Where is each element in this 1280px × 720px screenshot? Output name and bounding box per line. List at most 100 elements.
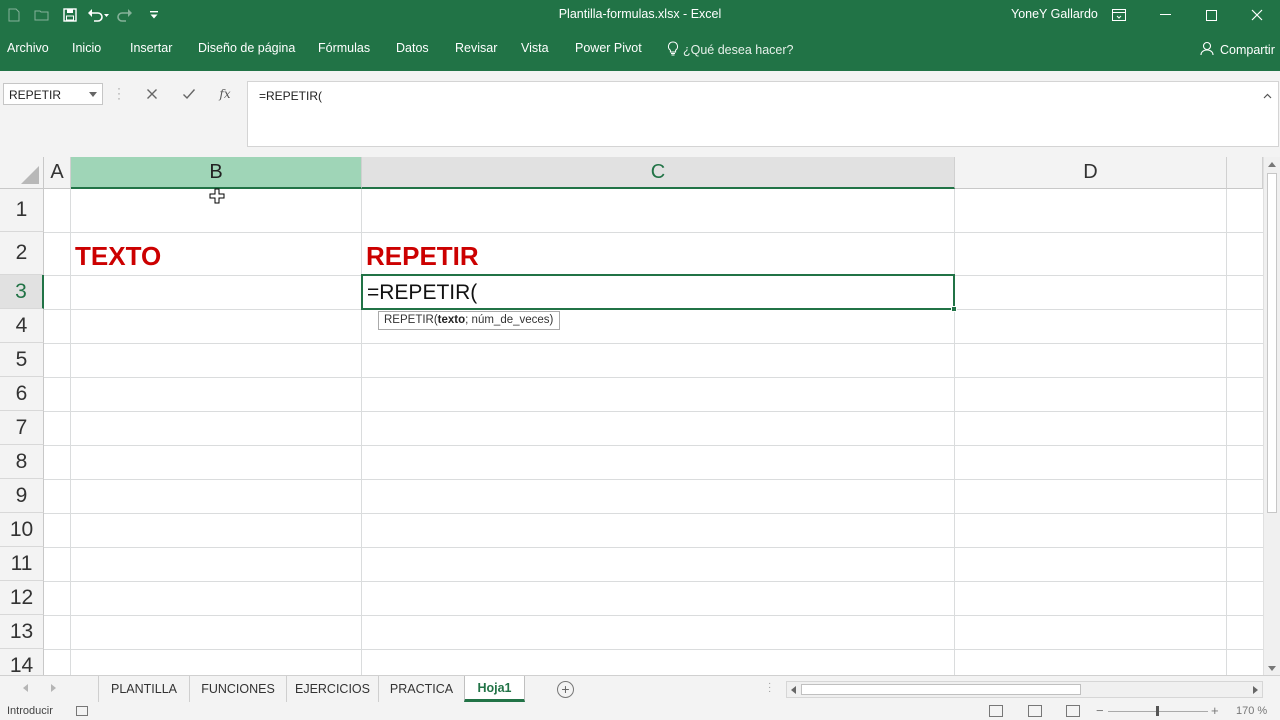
quick-access-toolbar [0, 0, 168, 30]
page-break-view-icon[interactable] [1066, 705, 1080, 717]
new-file-icon[interactable] [0, 0, 28, 30]
scroll-up-icon[interactable] [1268, 162, 1276, 167]
gridline [44, 649, 1263, 650]
name-box[interactable]: REPETIR [3, 83, 103, 105]
row-header-8[interactable]: 8 [0, 445, 44, 479]
row-header-10[interactable]: 10 [0, 513, 44, 547]
gridline [44, 513, 1263, 514]
row-header-3[interactable]: 3 [0, 275, 44, 309]
row-header-5[interactable]: 5 [0, 343, 44, 377]
row-header-9[interactable]: 9 [0, 479, 44, 513]
normal-view-icon[interactable] [989, 705, 1003, 717]
customize-qat-icon[interactable] [140, 0, 168, 30]
next-sheet-icon[interactable] [51, 684, 56, 692]
zoom-level[interactable]: 170 % [1236, 705, 1267, 717]
tab-split-handle-icon[interactable]: · · · [768, 679, 771, 697]
column-header-a[interactable]: A [44, 157, 71, 189]
zoom-out-icon[interactable]: − [1096, 703, 1104, 718]
horizontal-scroll-thumb[interactable] [801, 684, 1081, 695]
zoom-in-icon[interactable]: + [1211, 703, 1219, 718]
window-title: Plantilla-formulas.xlsx - Excel [558, 7, 722, 21]
sheet-tab-hoja1[interactable]: Hoja1 [464, 676, 525, 702]
save-icon[interactable] [56, 0, 84, 30]
tab-insertar[interactable]: Insertar [130, 41, 172, 55]
close-icon[interactable] [1234, 0, 1280, 30]
tooltip-rest-args[interactable]: ; núm_de_veces) [465, 314, 553, 326]
column-header-c[interactable]: C [362, 157, 955, 189]
tab-archivo[interactable]: Archivo [7, 41, 49, 55]
tooltip-current-arg[interactable]: texto [438, 314, 465, 326]
zoom-slider-thumb[interactable] [1156, 706, 1159, 716]
undo-icon[interactable] [84, 0, 112, 30]
tab-power-pivot[interactable]: Power Pivot [575, 41, 642, 55]
open-folder-icon[interactable] [28, 0, 56, 30]
vertical-scrollbar[interactable] [1263, 157, 1280, 675]
select-all-button[interactable] [0, 157, 44, 189]
tooltip-func-name[interactable]: REPETIR( [384, 314, 438, 326]
collapse-formula-bar-icon[interactable] [1263, 88, 1272, 102]
sheet-tab-funciones[interactable]: FUNCIONES [189, 676, 286, 702]
redo-icon[interactable] [112, 0, 140, 30]
function-argument-tooltip[interactable]: REPETIR(texto; núm_de_veces) [378, 311, 561, 330]
prev-sheet-icon[interactable] [23, 684, 28, 692]
row-header-1[interactable]: 1 [0, 189, 44, 232]
ribbon-display-options-icon[interactable] [1096, 0, 1142, 30]
tab-datos[interactable]: Datos [396, 41, 429, 55]
gridline [44, 479, 1263, 480]
row-header-11[interactable]: 11 [0, 547, 44, 581]
vertical-scroll-thumb[interactable] [1267, 173, 1277, 513]
chevron-down-icon[interactable] [89, 92, 97, 97]
sheet-tab-practica[interactable]: PRACTICA [378, 676, 464, 702]
scroll-down-icon[interactable] [1268, 666, 1276, 671]
scroll-right-icon[interactable] [1253, 686, 1258, 694]
cell-b2[interactable]: TEXTO [75, 241, 161, 272]
fill-handle[interactable] [951, 306, 957, 312]
sheet-tab-ejercicios[interactable]: EJERCICIOS [286, 676, 378, 702]
row-header-12[interactable]: 12 [0, 581, 44, 615]
horizontal-scrollbar[interactable] [786, 681, 1263, 698]
row-header-6[interactable]: 6 [0, 377, 44, 411]
column-header-b[interactable]: B [71, 157, 362, 189]
share-button[interactable]: Compartir [1200, 41, 1275, 59]
row-header-4[interactable]: 4 [0, 309, 44, 343]
cancel-entry-icon[interactable] [139, 83, 165, 105]
gridline [44, 445, 1263, 446]
insert-function-icon[interactable]: fx [212, 83, 238, 105]
formula-input[interactable]: =REPETIR( [247, 81, 1279, 147]
gridline [70, 189, 71, 675]
gridline [44, 581, 1263, 582]
tab-revisar[interactable]: Revisar [455, 41, 497, 55]
drag-handle-icon[interactable]: · · · [117, 82, 121, 104]
sheet-tab-plantilla[interactable]: PLANTILLA [98, 676, 189, 702]
row-header-7[interactable]: 7 [0, 411, 44, 445]
gridline [1226, 189, 1227, 675]
minimize-icon[interactable] [1142, 0, 1188, 30]
cell-c2[interactable]: REPETIR [366, 241, 479, 272]
macro-recording-icon[interactable] [76, 706, 88, 716]
tell-me-search[interactable]: ¿Qué desea hacer? [667, 41, 794, 59]
tab-diseno-de-pagina[interactable]: Diseño de página [198, 41, 295, 55]
row-header-14[interactable]: 14 [0, 649, 44, 675]
formula-text: =REPETIR( [259, 89, 323, 103]
row-header-2[interactable]: 2 [0, 232, 44, 275]
tab-vista[interactable]: Vista [521, 41, 549, 55]
person-icon [1200, 41, 1214, 59]
tab-inicio[interactable]: Inicio [72, 41, 101, 55]
formula-bar-area: REPETIR · · · fx =REPETIR( [0, 71, 1280, 157]
active-cell-c3[interactable]: =REPETIR( [361, 274, 957, 312]
scroll-left-icon[interactable] [791, 686, 796, 694]
user-name[interactable]: YoneY Gallardo [1011, 7, 1098, 21]
gridline [44, 232, 1263, 233]
column-header-e[interactable] [1227, 157, 1263, 189]
tab-formulas[interactable]: Fórmulas [318, 41, 370, 55]
confirm-entry-icon[interactable] [176, 83, 202, 105]
maximize-icon[interactable] [1188, 0, 1234, 30]
worksheet-grid[interactable]: A B C D 1 2 3 4 5 6 7 8 9 10 11 12 13 14… [0, 157, 1280, 675]
gridline [44, 411, 1263, 412]
gridline [361, 189, 362, 675]
cell-c3-edit-text[interactable]: =REPETIR( [367, 281, 477, 305]
add-sheet-icon[interactable]: + [557, 681, 574, 698]
column-header-d[interactable]: D [955, 157, 1227, 189]
page-layout-view-icon[interactable] [1028, 705, 1042, 717]
row-header-13[interactable]: 13 [0, 615, 44, 649]
